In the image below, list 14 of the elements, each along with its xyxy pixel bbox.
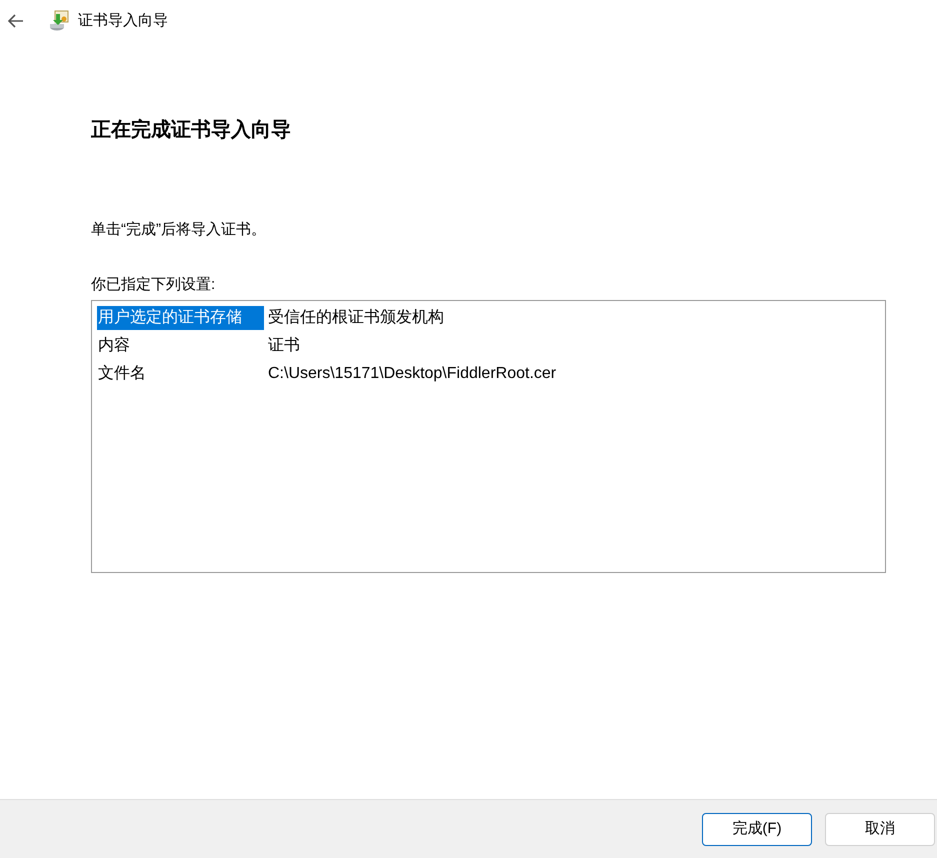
window-title: 证书导入向导 [78, 10, 168, 31]
setting-value: 受信任的根证书颁发机构 [268, 308, 444, 328]
setting-name[interactable]: 文件名 [97, 362, 264, 386]
back-arrow-icon [6, 13, 24, 29]
wizard-heading: 正在完成证书导入向导 [91, 118, 292, 143]
setting-value: 证书 [268, 336, 300, 356]
setting-name[interactable]: 内容 [97, 334, 264, 358]
settings-label: 你已指定下列设置: [91, 275, 216, 295]
finish-button[interactable]: 完成(F) [702, 812, 812, 846]
setting-name[interactable]: 用户选定的证书存储 [97, 306, 264, 330]
cancel-button[interactable]: 取消 [825, 812, 935, 846]
setting-value: C:\Users\15171\Desktop\FiddlerRoot.cer [268, 364, 556, 384]
instruction-text: 单击“完成”后将导入证书。 [91, 220, 267, 240]
certificate-install-icon [48, 10, 70, 32]
